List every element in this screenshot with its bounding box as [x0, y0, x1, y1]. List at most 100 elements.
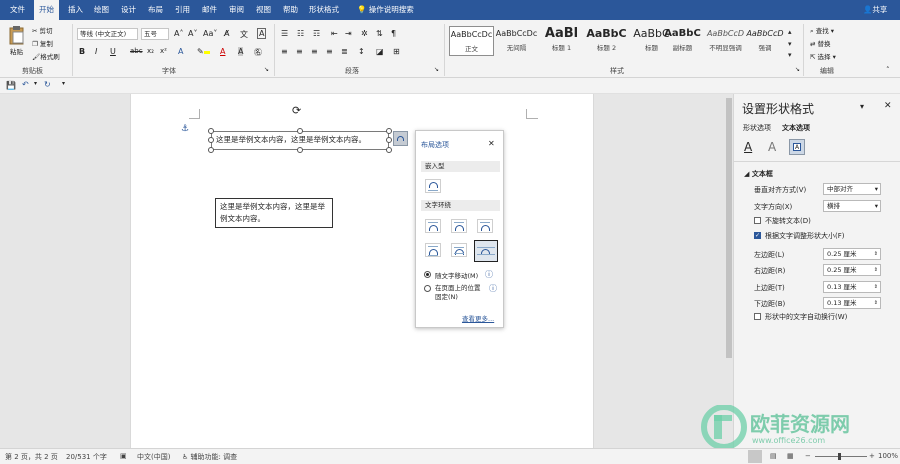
font-size-select[interactable]: 五号 — [141, 28, 169, 40]
highlight-icon[interactable]: ✎ — [197, 47, 210, 56]
info-icon[interactable]: ⓘ — [485, 269, 493, 280]
move-with-text-radio[interactable] — [424, 271, 431, 278]
text-effects-icon[interactable]: A — [178, 47, 183, 56]
font-dialog-launcher[interactable]: ↘ — [264, 66, 269, 73]
underline-button[interactable]: U — [110, 47, 116, 56]
styles-dialog-launcher[interactable]: ↘ — [795, 66, 800, 73]
spinner-icon[interactable]: ⇕ — [874, 249, 878, 259]
web-layout-icon[interactable]: ▦ — [787, 452, 794, 460]
see-more-link[interactable]: 查看更多... — [462, 313, 494, 323]
borders-icon[interactable]: ⊞ — [393, 47, 400, 56]
undo-dropdown-icon[interactable]: ▾ — [34, 80, 37, 87]
vertical-scrollbar[interactable] — [725, 94, 733, 448]
in-front-of-text-option[interactable] — [474, 240, 498, 262]
zoom-level[interactable]: 100% — [878, 452, 898, 460]
tab-review[interactable]: 审阅 — [224, 0, 249, 20]
resize-handle[interactable] — [386, 128, 392, 134]
behind-text-option[interactable] — [451, 243, 467, 257]
tab-view[interactable]: 视图 — [251, 0, 276, 20]
fix-position-radio[interactable] — [424, 285, 431, 292]
through-wrap-option[interactable] — [477, 219, 493, 233]
justify-icon[interactable]: ≡ — [326, 47, 333, 56]
tab-insert[interactable]: 插入 — [63, 0, 88, 20]
bottom-margin-input[interactable]: 0.13 厘米 ⇕ — [823, 297, 881, 309]
wrap-text-checkbox[interactable] — [754, 313, 761, 320]
strikethrough-button[interactable]: abc — [130, 47, 143, 55]
copy-button[interactable]: ❐ 复制 — [32, 38, 53, 48]
style-subtle-emphasis[interactable]: AaBbCcD 不明显强调 — [703, 26, 748, 56]
bold-button[interactable]: B — [79, 47, 85, 56]
tell-me-search[interactable]: 💡 操作说明搜索 — [352, 0, 419, 20]
tab-draw[interactable]: 绘图 — [89, 0, 114, 20]
multilevel-list-icon[interactable]: ☶ — [313, 29, 320, 38]
replace-button[interactable]: ⇄ 替换 — [810, 38, 831, 48]
save-icon[interactable]: 💾 — [6, 81, 16, 90]
textbox-layout-icon[interactable]: A — [789, 139, 805, 155]
styles-scroll-down[interactable]: ▾ — [788, 40, 792, 48]
info-icon[interactable]: ⓘ — [489, 283, 497, 294]
increase-indent-icon[interactable]: ⇥ — [345, 29, 352, 38]
style-normal[interactable]: AaBbCcDc 正文 — [449, 26, 494, 56]
resize-handle[interactable] — [386, 137, 392, 143]
top-margin-input[interactable]: 0.13 厘米 ⇕ — [823, 281, 881, 293]
style-emphasis[interactable]: AaBbCcD 强调 — [745, 26, 785, 56]
square-wrap-option[interactable] — [425, 219, 441, 233]
language[interactable]: 中文(中国) — [137, 452, 170, 462]
style-heading-1[interactable]: AaBl 标题 1 — [539, 26, 584, 56]
font-color-icon[interactable]: A — [220, 47, 225, 56]
tight-wrap-option[interactable] — [451, 219, 467, 233]
read-mode-icon[interactable] — [748, 450, 762, 463]
tab-design[interactable]: 设计 — [116, 0, 141, 20]
vertical-align-select[interactable]: 中部对齐 ▾ — [823, 183, 881, 195]
anchor-icon[interactable]: ⚓ — [181, 124, 189, 134]
textbox-section-header[interactable]: ◢ 文本框 — [744, 169, 773, 179]
tab-shape-format[interactable]: 形状格式 — [304, 0, 344, 20]
redo-icon[interactable]: ↻ — [44, 80, 51, 89]
left-margin-input[interactable]: 0.25 厘米 ⇕ — [823, 248, 881, 260]
numbering-icon[interactable]: ☷ — [297, 29, 304, 38]
superscript-button[interactable]: x² — [160, 47, 167, 55]
bullets-icon[interactable]: ☰ — [281, 29, 288, 38]
customize-qat-icon[interactable]: ▾ — [62, 80, 65, 87]
decrease-indent-icon[interactable]: ⇤ — [331, 29, 338, 38]
resize-handle[interactable] — [208, 137, 214, 143]
styles-scroll-up[interactable]: ▴ — [788, 28, 792, 36]
undo-icon[interactable]: ↶ — [22, 80, 29, 89]
shrink-font-button[interactable]: A˅ — [188, 29, 197, 38]
scrollbar-thumb[interactable] — [726, 98, 732, 358]
text-fill-icon[interactable]: A — [744, 140, 752, 154]
no-rotate-checkbox[interactable] — [754, 217, 761, 224]
close-pane-icon[interactable]: ✕ — [884, 101, 892, 111]
textbox[interactable]: 这里是举例文本内容，这里是举例文本内容。 — [215, 198, 333, 228]
paragraph-dialog-launcher[interactable]: ↘ — [434, 66, 439, 73]
document-page[interactable]: ⚓ ⟳ 这里是举例文本内容，这里是举例文本内容。 这里是举例文本内容，这里是举例… — [130, 94, 594, 448]
share-button[interactable]: 👤共享 — [858, 0, 892, 20]
change-case-button[interactable]: Aa˅ — [203, 29, 217, 38]
select-button[interactable]: ⇱ 选择 ▾ — [810, 51, 836, 61]
clear-format-icon[interactable]: A̸ — [224, 29, 229, 38]
tab-layout[interactable]: 布局 — [143, 0, 168, 20]
phonetic-guide-icon[interactable]: 文 — [240, 29, 248, 40]
cut-button[interactable]: ✂ 剪切 — [32, 25, 53, 35]
inline-wrap-option[interactable] — [425, 179, 441, 193]
line-spacing-icon[interactable]: ↕ — [358, 47, 365, 56]
right-margin-input[interactable]: 0.25 厘米 ⇕ — [823, 264, 881, 276]
char-shading-icon[interactable]: A — [238, 47, 244, 56]
rotate-handle-icon[interactable]: ⟳ — [292, 104, 301, 117]
align-left-icon[interactable]: ≡ — [281, 47, 288, 56]
zoom-in-button[interactable]: + — [869, 452, 875, 460]
resize-handle[interactable] — [386, 147, 392, 153]
grow-font-button[interactable]: A˄ — [174, 29, 183, 38]
resize-handle[interactable] — [208, 128, 214, 134]
resize-shape-checkbox[interactable]: ✓ — [754, 232, 761, 239]
zoom-slider-thumb[interactable] — [838, 453, 841, 460]
styles-more[interactable]: ▾ — [788, 51, 792, 59]
style-no-spacing[interactable]: AaBbCcDc 无间隔 — [494, 26, 539, 56]
accessibility-status[interactable]: ♿ 辅助功能: 调查 — [182, 452, 237, 462]
resize-handle[interactable] — [208, 147, 214, 153]
sort-icon[interactable]: ⇅ — [376, 29, 383, 38]
enclose-char-icon[interactable]: ㊔ — [254, 47, 262, 58]
format-painter-button[interactable]: 🖌格式刷 — [32, 51, 60, 61]
font-name-select[interactable]: 等线 (中文正文) — [77, 28, 138, 40]
print-layout-icon[interactable]: ▤ — [770, 452, 777, 460]
